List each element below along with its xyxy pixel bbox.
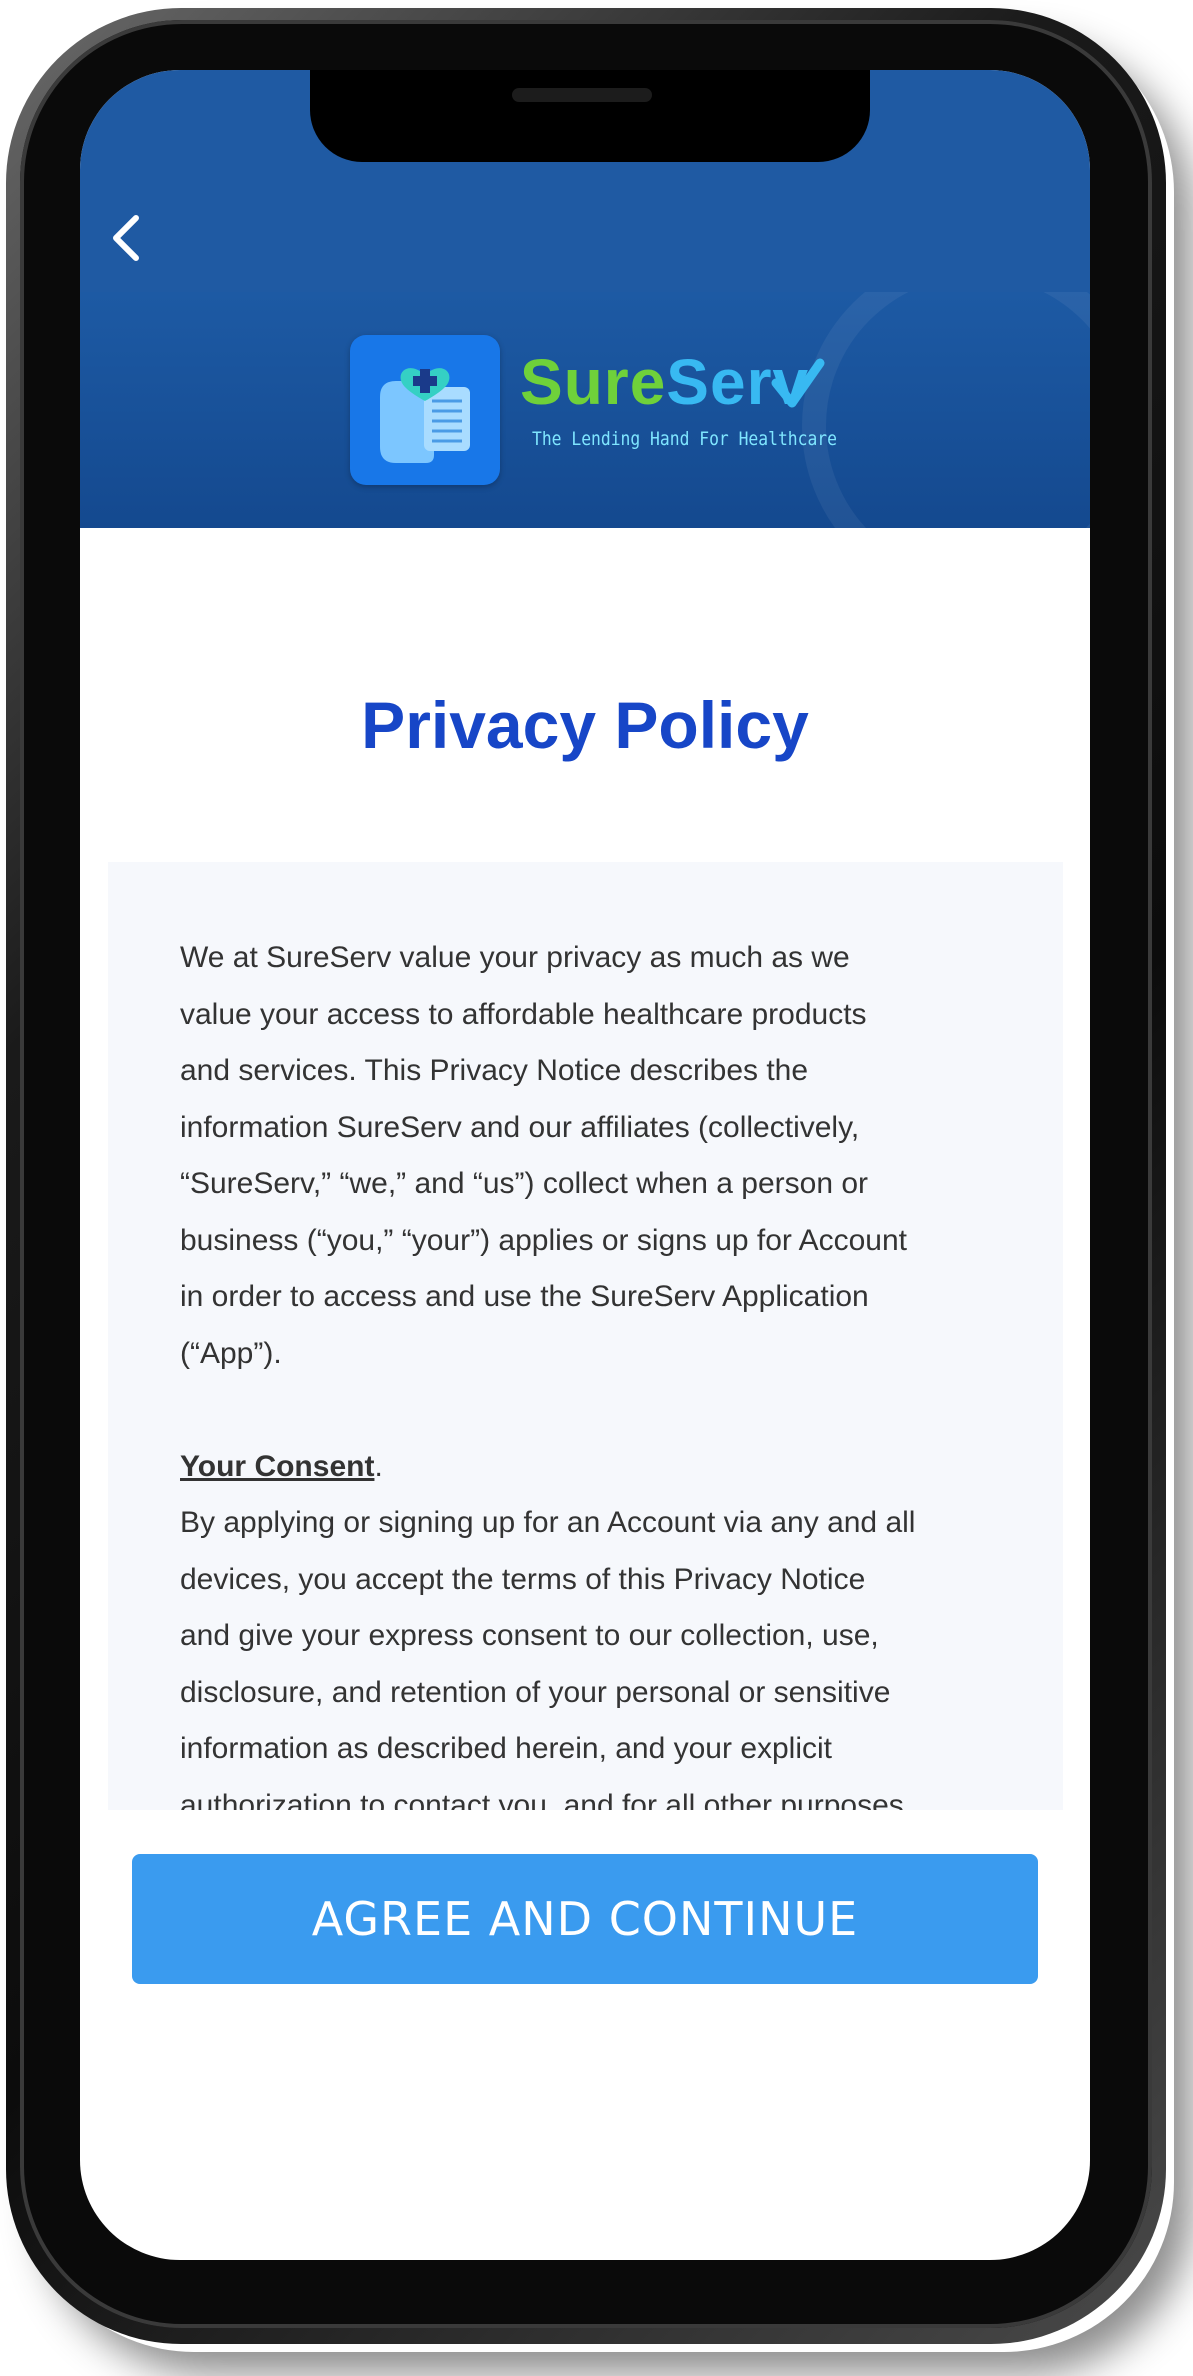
phone-notch <box>310 70 870 162</box>
brand-tagline: The Lending Hand For Healthcare <box>532 428 837 450</box>
policy-line: business (“you,” “your”) applies or sign… <box>180 1223 907 1257</box>
app-screen: SureServ The Lending Hand For Healthcare… <box>80 70 1090 2260</box>
agree-and-continue-button[interactable]: AGREE AND CONTINUE <box>132 1854 1038 1984</box>
back-button[interactable] <box>102 210 158 266</box>
policy-line: (“App”). <box>180 1336 282 1370</box>
policy-line: information SureServ and our affiliates … <box>180 1110 860 1144</box>
consent-heading-line: Your Consent. <box>180 1439 1010 1496</box>
policy-line: in order to access and use the SureServ … <box>180 1280 869 1313</box>
policy-line: and give your express consent to our col… <box>180 1619 879 1652</box>
policy-scroll-area[interactable]: We at SureServ value your privacy as muc… <box>108 862 1063 1810</box>
policy-line: We at SureServ value your privacy as muc… <box>180 941 850 974</box>
consent-heading-period: . <box>374 1449 383 1483</box>
checkmark-icon <box>771 358 825 408</box>
policy-line: By applying or signing up for an Account… <box>180 1506 916 1539</box>
policy-line: information as described herein, and you… <box>180 1732 833 1765</box>
chevron-left-icon <box>113 215 139 261</box>
policy-line: and services. This Privacy Notice descri… <box>180 1054 809 1087</box>
policy-line: disclosure, and retention of your person… <box>180 1675 891 1709</box>
policy-line: value your access to affordable healthca… <box>180 997 867 1031</box>
policy-text: We at SureServ value your privacy as muc… <box>180 930 1010 1810</box>
policy-line: devices, you accept the terms of this Pr… <box>180 1562 866 1596</box>
brand-name-sure: Sure <box>520 346 667 418</box>
banner-decoration <box>802 292 1090 528</box>
policy-line: “SureServ,” “we,” and “us”) collect when… <box>180 1167 869 1200</box>
speaker-grille <box>512 88 652 102</box>
hands-heart-logo-icon <box>350 335 500 485</box>
consent-heading: Your Consent <box>180 1449 375 1483</box>
policy-line: authorization to contact you, and for al… <box>180 1788 904 1811</box>
brand-name: SureServ <box>520 350 809 414</box>
page-title: Privacy Policy <box>361 688 809 762</box>
